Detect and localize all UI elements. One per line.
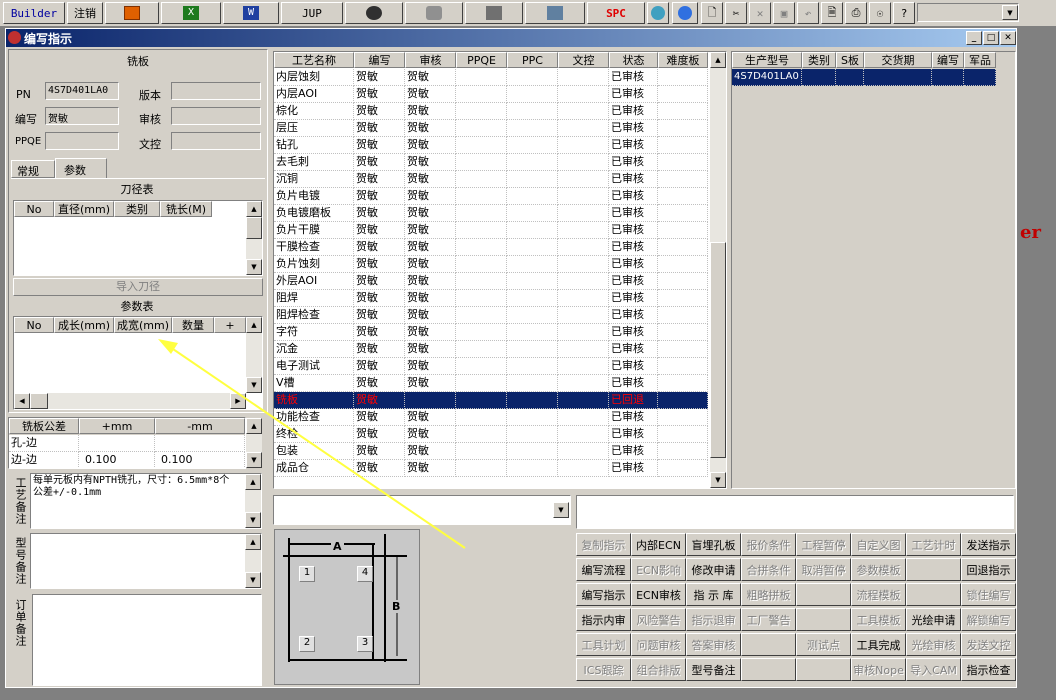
annotation-arrow bbox=[158, 339, 466, 549]
